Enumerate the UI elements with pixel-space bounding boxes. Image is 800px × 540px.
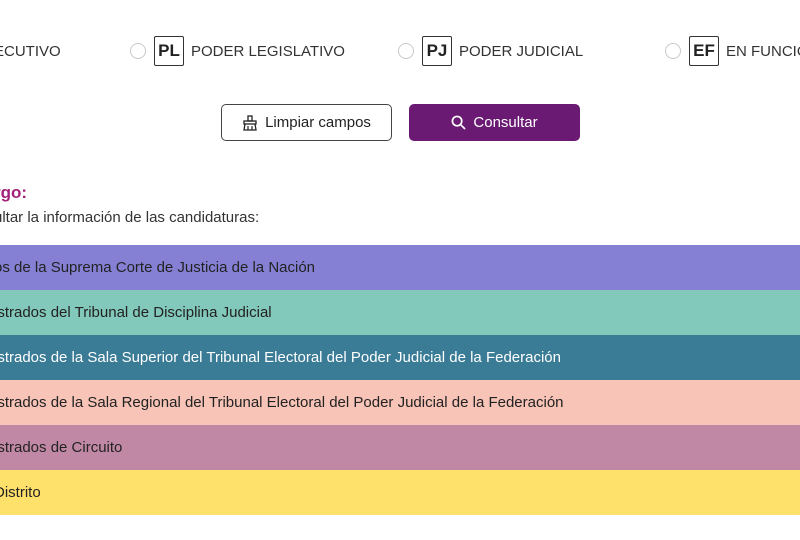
position-label: istrados de la Sala Regional del Tribuna… [0, 394, 564, 411]
ef-badge-icon: EF [689, 36, 719, 66]
search-button[interactable]: Consultar [409, 104, 580, 141]
option-label: PODER LEGISLATIVO [191, 42, 345, 60]
option-en-funciones[interactable]: EF EN FUNCIO [665, 36, 800, 66]
option-label: EN FUNCIO [726, 42, 800, 60]
position-band-circuito[interactable]: istrados de Circuito [0, 425, 800, 470]
position-label: istrados del Tribunal de Disciplina Judi… [0, 304, 272, 321]
power-filter-row: ECUTIVO PL PODER LEGISLATIVO PJ PODER JU… [0, 36, 800, 66]
position-band-tribunal-disciplina[interactable]: istrados del Tribunal de Disciplina Judi… [0, 290, 800, 335]
section-instruction: ultar la información de las candidaturas… [0, 209, 260, 226]
option-poder-judicial[interactable]: PJ PODER JUDICIAL [398, 36, 583, 66]
pl-badge-icon: PL [154, 36, 184, 66]
search-label: Consultar [473, 114, 538, 131]
position-list: os de la Suprema Corte de Justicia de la… [0, 245, 800, 515]
position-label: istrados de la Sala Superior del Tribuna… [0, 349, 561, 366]
position-band-distrito[interactable]: Distrito [0, 470, 800, 515]
clear-fields-button[interactable]: Limpiar campos [221, 104, 392, 141]
pj-badge-icon: PJ [422, 36, 452, 66]
radio-button[interactable] [398, 43, 414, 59]
clear-fields-label: Limpiar campos [265, 114, 371, 131]
position-label: Distrito [0, 484, 41, 501]
broom-icon [243, 114, 257, 131]
search-icon [451, 115, 467, 130]
section-heading: rgo: [0, 183, 28, 202]
option-label: PODER JUDICIAL [459, 42, 584, 60]
option-label: ECUTIVO [0, 42, 61, 60]
position-label: os de la Suprema Corte de Justicia de la… [0, 259, 316, 276]
position-band-suprema-corte[interactable]: os de la Suprema Corte de Justicia de la… [0, 245, 800, 290]
position-band-sala-superior[interactable]: istrados de la Sala Superior del Tribuna… [0, 335, 800, 380]
position-band-sala-regional[interactable]: istrados de la Sala Regional del Tribuna… [0, 380, 800, 425]
radio-button[interactable] [130, 43, 146, 59]
option-ejecutivo[interactable]: ECUTIVO [0, 36, 61, 66]
radio-button[interactable] [665, 43, 681, 59]
position-label: istrados de Circuito [0, 439, 123, 456]
option-poder-legislativo[interactable]: PL PODER LEGISLATIVO [130, 36, 345, 66]
